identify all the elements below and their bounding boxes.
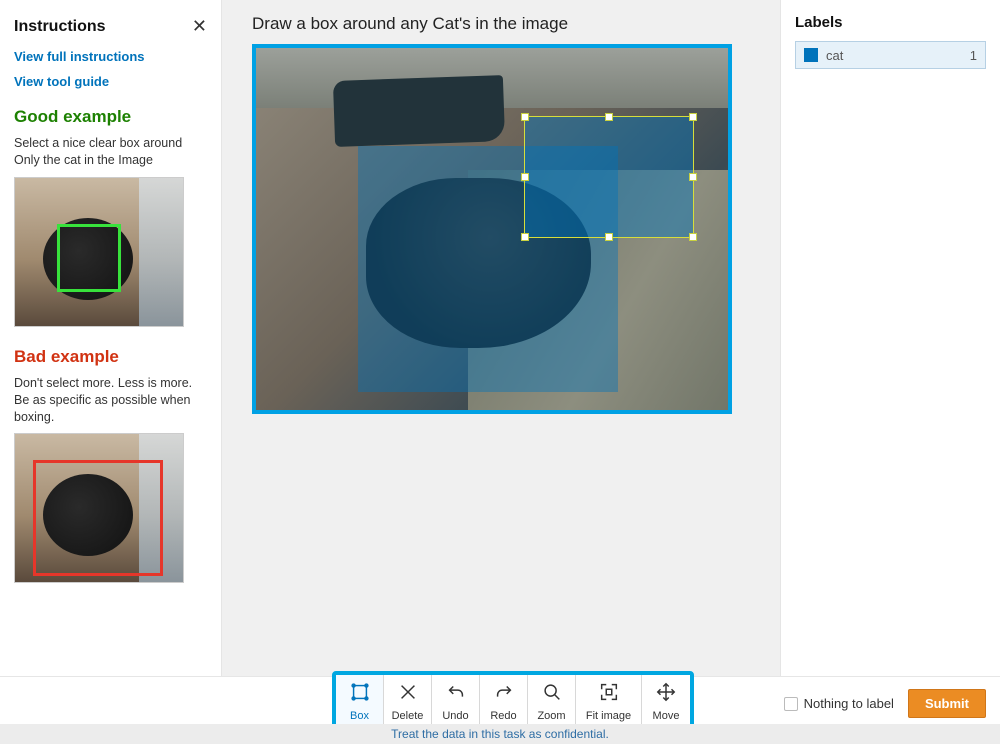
labels-heading: Labels <box>795 14 986 31</box>
tool-zoom-label: Zoom <box>537 710 565 722</box>
bad-example-heading: Bad example <box>14 347 207 367</box>
tool-delete[interactable]: Delete <box>384 675 432 727</box>
image-stage[interactable] <box>252 44 732 414</box>
good-example-image <box>14 177 184 327</box>
resize-handle-s[interactable] <box>605 233 613 241</box>
labels-pane: Labels cat 1 <box>780 0 1000 676</box>
annotation-canvas-pane: Draw a box around any Cat's in the image <box>222 0 780 676</box>
confidential-banner: Treat the data in this task as confident… <box>0 724 1000 744</box>
nothing-to-label-checkbox[interactable]: Nothing to label <box>784 696 894 711</box>
submit-button[interactable]: Submit <box>908 689 986 718</box>
bad-example-image <box>14 433 184 583</box>
tool-box[interactable]: Box <box>336 675 384 727</box>
tool-undo[interactable]: Undo <box>432 675 480 727</box>
view-full-instructions-link[interactable]: View full instructions <box>14 49 207 64</box>
tool-move-label: Move <box>653 710 680 722</box>
good-example-desc: Select a nice clear box around Only the … <box>14 135 207 169</box>
tool-delete-label: Delete <box>392 710 424 722</box>
label-color-swatch <box>804 48 818 62</box>
label-shortcut: 1 <box>970 48 977 63</box>
move-icon <box>655 681 677 706</box>
tool-fit-label: Fit image <box>586 710 631 722</box>
box-icon <box>349 681 371 706</box>
instructions-sidebar: Instructions ✕ View full instructions Vi… <box>0 0 222 676</box>
label-name: cat <box>826 48 970 63</box>
tool-move[interactable]: Move <box>642 675 690 727</box>
good-example-heading: Good example <box>14 107 207 127</box>
resize-handle-n[interactable] <box>605 113 613 121</box>
tool-box-label: Box <box>350 710 369 722</box>
nothing-to-label-text: Nothing to label <box>804 696 894 711</box>
label-row-cat[interactable]: cat 1 <box>795 41 986 69</box>
resize-handle-se[interactable] <box>689 233 697 241</box>
tool-zoom[interactable]: Zoom <box>528 675 576 727</box>
resize-handle-w[interactable] <box>521 173 529 181</box>
toolbox: Box Delete Undo Redo Zoom <box>332 671 694 731</box>
resize-handle-sw[interactable] <box>521 233 529 241</box>
tool-fit-image[interactable]: Fit image <box>576 675 642 727</box>
fit-image-icon <box>598 681 620 706</box>
undo-icon <box>445 681 467 706</box>
bounding-box-selected[interactable] <box>524 116 694 238</box>
resize-handle-ne[interactable] <box>689 113 697 121</box>
tool-redo[interactable]: Redo <box>480 675 528 727</box>
close-icon[interactable]: ✕ <box>192 16 207 37</box>
redo-icon <box>493 681 515 706</box>
zoom-icon <box>541 681 563 706</box>
delete-icon <box>397 681 419 706</box>
resize-handle-nw[interactable] <box>521 113 529 121</box>
task-title: Draw a box around any Cat's in the image <box>252 14 762 34</box>
tool-undo-label: Undo <box>442 710 468 722</box>
view-tool-guide-link[interactable]: View tool guide <box>14 74 207 89</box>
checkbox-icon <box>784 697 798 711</box>
footer: Box Delete Undo Redo Zoom <box>0 676 1000 744</box>
tool-redo-label: Redo <box>490 710 516 722</box>
instructions-title: Instructions <box>14 18 106 36</box>
resize-handle-e[interactable] <box>689 173 697 181</box>
bad-example-desc: Don't select more. Less is more. Be as s… <box>14 375 207 426</box>
